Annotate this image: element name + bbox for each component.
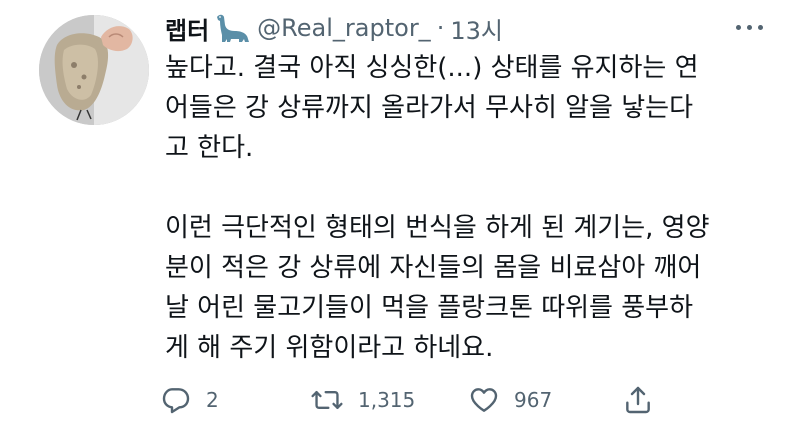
retweet-button[interactable]: 1,315	[310, 383, 415, 417]
like-count: 967	[514, 388, 553, 412]
tweet-text: 높다고. 결국 아직 싱싱한(...) 상태를 유지하는 연 어들은 강 상류까…	[165, 48, 775, 368]
user-handle[interactable]: @Real_raptor_	[257, 14, 431, 42]
more-icon[interactable]	[724, 12, 774, 42]
action-bar: 2 1,315 967	[160, 383, 660, 417]
avatar[interactable]	[39, 15, 149, 125]
timestamp[interactable]: 13시	[450, 11, 503, 46]
reply-icon	[162, 388, 190, 414]
tweet-header: 랩터 @Real_raptor_ · 13시	[165, 8, 503, 48]
reply-button[interactable]: 2	[160, 383, 219, 417]
heart-icon	[470, 388, 498, 412]
text-line: 게 해 주기 위함이라고 하네요.	[165, 333, 494, 363]
text-line: 날 어린 물고기들이 먹을 플랑크톤 따위를 풍부하	[165, 293, 693, 323]
sauropod-icon	[211, 11, 251, 45]
like-button[interactable]: 967	[468, 383, 552, 417]
reply-count: 2	[206, 388, 219, 412]
text-line: 분이 적은 강 상류에 자신들의 몸을 비료삼아 깨어	[165, 253, 702, 283]
retweet-count: 1,315	[358, 388, 416, 412]
text-line: 높다고. 결국 아직 싱싱한(...) 상태를 유지하는 연	[165, 53, 699, 83]
share-icon	[626, 386, 650, 414]
text-line: 어들은 강 상류까지 올라가서 무사히 알을 낳는다	[165, 93, 693, 123]
text-line: 고 한다.	[165, 133, 254, 163]
display-name[interactable]: 랩터	[165, 11, 209, 46]
share-button[interactable]	[622, 383, 654, 417]
separator-dot: ·	[436, 14, 445, 42]
text-line: 이런 극단적인 형태의 번식을 하게 된 계기는, 영양	[165, 213, 710, 243]
avatar-image	[39, 15, 149, 125]
retweet-icon	[311, 390, 343, 410]
